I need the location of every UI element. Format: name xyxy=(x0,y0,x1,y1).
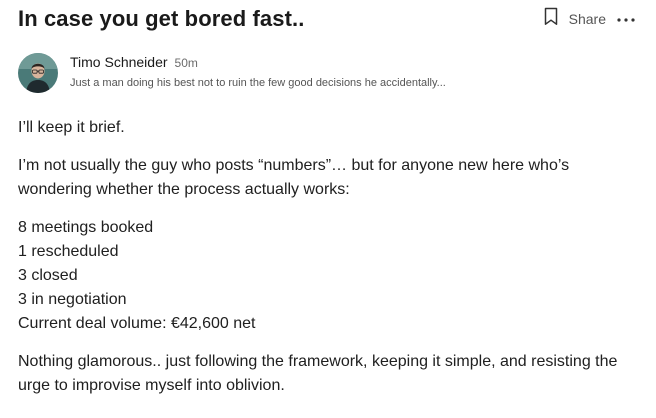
author-meta: Timo Schneider 50m Just a man doing his … xyxy=(70,54,446,89)
post-actions: Share xyxy=(543,7,636,31)
intro-paragraph: I’ll keep it brief. xyxy=(18,119,125,136)
list-item: 3 closed xyxy=(18,267,78,284)
list-item: 3 in negotiation xyxy=(18,291,127,308)
list-item: 1 rescheduled xyxy=(18,243,119,260)
author-line: Timo Schneider 50m xyxy=(70,54,446,74)
post-timestamp: 50m xyxy=(174,56,198,70)
share-label: Share xyxy=(568,11,606,27)
bookmark-icon[interactable] xyxy=(543,7,559,31)
more-options-button[interactable] xyxy=(616,10,636,28)
list-item: Current deal volume: €42,600 net xyxy=(18,315,256,332)
author-bio: Just a man doing his best not to ruin th… xyxy=(70,77,446,89)
author-block: Timo Schneider 50m Just a man doing his … xyxy=(18,53,446,93)
list-item: 8 meetings booked xyxy=(18,219,154,236)
author-name[interactable]: Timo Schneider xyxy=(70,54,168,70)
stats-list: 8 meetings booked 1 rescheduled 3 closed… xyxy=(18,216,640,336)
post-title: In case you get bored fast.. xyxy=(18,6,305,31)
context-paragraph: I’m not usually the guy who posts “numbe… xyxy=(18,157,570,198)
post-body: I’ll keep it brief. I’m not usually the … xyxy=(18,116,640,412)
avatar[interactable] xyxy=(18,53,58,93)
more-horizontal-icon xyxy=(616,10,636,28)
share-button[interactable]: Share xyxy=(543,7,606,31)
closing-paragraph: Nothing glamorous.. just following the f… xyxy=(18,353,618,394)
